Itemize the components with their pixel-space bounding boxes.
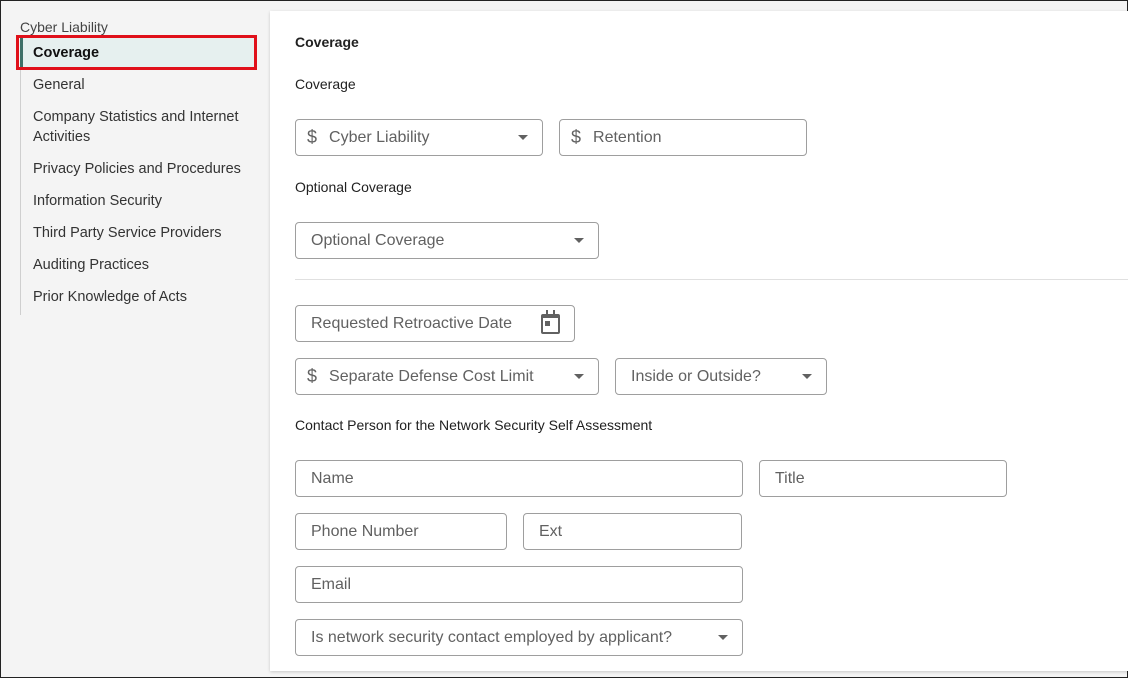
cyber-liability-select-label: Cyber Liability — [329, 128, 430, 146]
inside-outside-label: Inside or Outside? — [631, 367, 761, 385]
coverage-label: Coverage — [295, 76, 356, 92]
main-panel: Coverage Coverage $ Cyber Liability $ Re… — [270, 11, 1128, 671]
email-field[interactable]: Email — [295, 566, 743, 603]
sidebar-item-third-party-providers[interactable]: Third Party Service Providers — [21, 217, 256, 249]
sidebar-item-auditing-practices[interactable]: Auditing Practices — [21, 249, 256, 281]
chevron-down-icon — [802, 374, 812, 379]
defense-cost-limit-select[interactable]: $ Separate Defense Cost Limit — [295, 358, 599, 395]
optional-coverage-select-label: Optional Coverage — [311, 231, 445, 249]
chevron-down-icon — [718, 635, 728, 640]
dollar-icon: $ — [307, 366, 318, 386]
contact-employed-select[interactable]: Is network security contact employed by … — [295, 619, 743, 656]
optional-coverage-label: Optional Coverage — [295, 179, 412, 195]
title-field[interactable]: Title — [759, 460, 1007, 497]
retention-field[interactable]: $ Retention — [559, 119, 807, 156]
contact-person-label: Contact Person for the Network Security … — [295, 417, 653, 433]
ext-field[interactable]: Ext — [523, 513, 742, 550]
chevron-down-icon — [574, 238, 584, 243]
sidebar-item-prior-knowledge[interactable]: Prior Knowledge of Acts — [21, 281, 256, 313]
chevron-down-icon — [518, 135, 528, 140]
inside-outside-select[interactable]: Inside or Outside? — [615, 358, 827, 395]
dollar-icon: $ — [571, 127, 582, 147]
sidebar-item-company-statistics[interactable]: Company Statistics and Internet Activiti… — [21, 101, 256, 153]
sidebar: Cyber Liability Coverage General Company… — [1, 1, 269, 677]
chevron-down-icon — [574, 374, 584, 379]
email-field-placeholder: Email — [311, 575, 352, 593]
sidebar-item-privacy-policies[interactable]: Privacy Policies and Procedures — [21, 153, 256, 185]
sidebar-item-information-security[interactable]: Information Security — [21, 185, 256, 217]
retroactive-date-field[interactable]: Requested Retroactive Date — [295, 305, 575, 342]
phone-number-placeholder: Phone Number — [311, 522, 419, 540]
name-field-placeholder: Name — [311, 469, 354, 487]
section-title: Cyber Liability — [20, 19, 108, 35]
contact-employed-label: Is network security contact employed by … — [311, 628, 673, 646]
name-field[interactable]: Name — [295, 460, 743, 497]
sidebar-item-coverage[interactable]: Coverage — [20, 37, 256, 69]
retention-field-placeholder: Retention — [593, 128, 662, 146]
ext-field-placeholder: Ext — [539, 522, 563, 540]
title-field-placeholder: Title — [775, 469, 805, 487]
cyber-liability-select[interactable]: $ Cyber Liability — [295, 119, 543, 156]
defense-cost-limit-label: Separate Defense Cost Limit — [329, 367, 534, 385]
phone-number-field[interactable]: Phone Number — [295, 513, 507, 550]
optional-coverage-select[interactable]: Optional Coverage — [295, 222, 599, 259]
dollar-icon: $ — [307, 127, 318, 147]
retroactive-date-placeholder: Requested Retroactive Date — [311, 314, 512, 332]
calendar-icon[interactable] — [541, 309, 560, 334]
divider — [295, 279, 1128, 280]
sidebar-item-general[interactable]: General — [21, 69, 256, 101]
sidebar-nav: Coverage General Company Statistics and … — [20, 37, 256, 315]
page-title: Coverage — [295, 34, 359, 50]
